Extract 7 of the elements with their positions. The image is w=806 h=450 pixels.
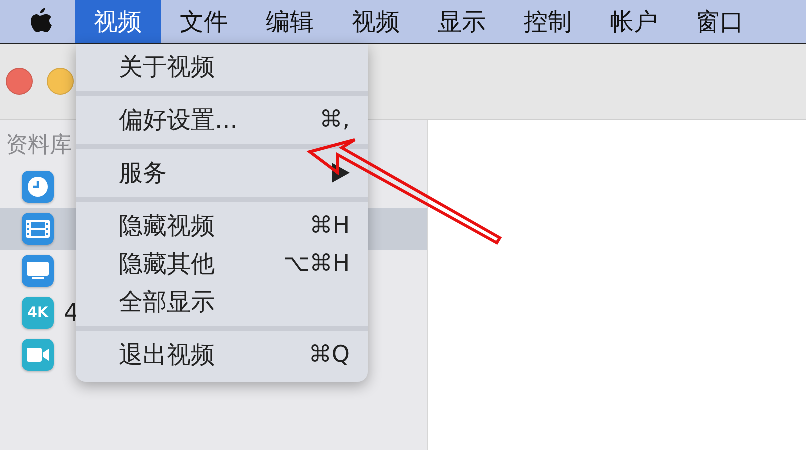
- shortcut-label: ⌘Q: [308, 342, 350, 368]
- sidebar-label: 4: [64, 299, 80, 327]
- shortcut-label: ⌘,: [320, 107, 350, 133]
- badge-icon: 4K: [22, 297, 54, 329]
- shortcut-label: ⌥⌘H: [283, 251, 350, 277]
- sidebar-heading: 资料库: [5, 132, 73, 160]
- shortcut-label: ⌘H: [310, 213, 350, 239]
